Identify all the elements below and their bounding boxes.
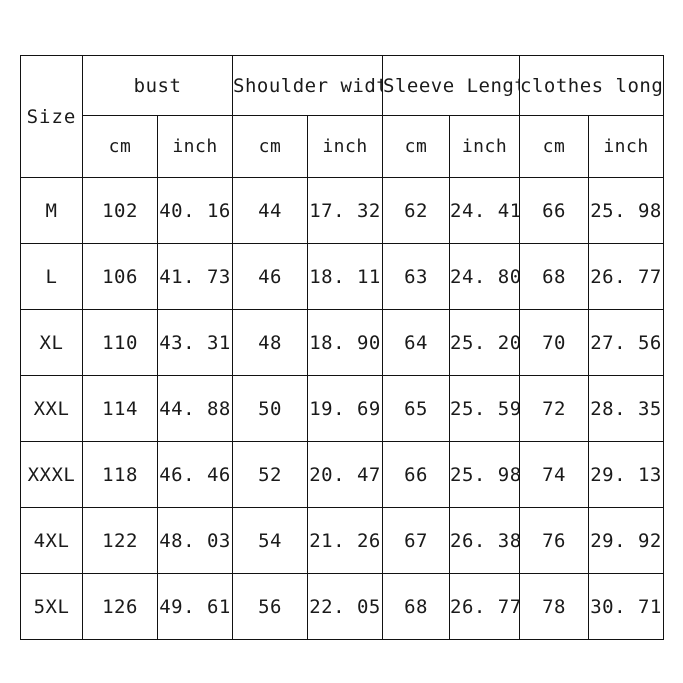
cell-sleeve-inch: 24. 41 xyxy=(449,177,521,244)
cell-length-inch: 28. 35 xyxy=(588,375,665,442)
cell-shoulder-cm: 46 xyxy=(232,243,309,310)
cell-shoulder-inch: 17. 32 xyxy=(307,177,384,244)
header-unit-bust-inch: inch xyxy=(156,115,234,178)
size-chart-page: Size bust Shoulder width Sleeve Length c… xyxy=(0,0,683,683)
cell-length-inch: 26. 77 xyxy=(588,243,665,310)
cell-shoulder-cm: 54 xyxy=(232,507,309,574)
cell-bust-inch: 43. 31 xyxy=(156,309,234,376)
cell-length-cm: 74 xyxy=(519,441,590,508)
cell-bust-cm: 106 xyxy=(82,243,158,310)
cell-sleeve-inch: 25. 20 xyxy=(449,309,521,376)
cell-length-inch: 27. 56 xyxy=(588,309,665,376)
cell-bust-inch: 46. 46 xyxy=(156,441,234,508)
cell-bust-cm: 122 xyxy=(82,507,158,574)
table-header-unit-row: cm inch cm inch cm inch cm inch xyxy=(21,115,665,178)
cell-bust-cm: 114 xyxy=(82,375,158,442)
cell-size: XXXL xyxy=(20,441,83,508)
cell-shoulder-cm: 56 xyxy=(232,573,309,640)
cell-bust-cm: 102 xyxy=(82,177,158,244)
cell-size: XL xyxy=(20,309,83,376)
cell-shoulder-inch: 18. 11 xyxy=(307,243,384,310)
table-row: XXL 114 44. 88 50 19. 69 65 25. 59 72 28… xyxy=(20,375,665,442)
cell-length-cm: 76 xyxy=(519,507,590,574)
cell-sleeve-cm: 66 xyxy=(382,441,451,508)
cell-length-cm: 72 xyxy=(519,375,590,442)
table-header-group-row: Size bust Shoulder width Sleeve Length c… xyxy=(20,55,665,178)
cell-length-cm: 66 xyxy=(519,177,590,244)
header-unit-shoulder-inch: inch xyxy=(307,115,384,178)
table-row: M 102 40. 16 44 17. 32 62 24. 41 66 25. … xyxy=(20,177,665,244)
cell-shoulder-inch: 21. 26 xyxy=(307,507,384,574)
cell-sleeve-cm: 63 xyxy=(382,243,451,310)
cell-sleeve-inch: 25. 59 xyxy=(449,375,521,442)
cell-shoulder-inch: 22. 05 xyxy=(307,573,384,640)
cell-size: XXL xyxy=(20,375,83,442)
table-row: XXXL 118 46. 46 52 20. 47 66 25. 98 74 2… xyxy=(20,441,665,508)
cell-bust-cm: 110 xyxy=(82,309,158,376)
cell-length-cm: 78 xyxy=(519,573,590,640)
cell-size: 4XL xyxy=(20,507,83,574)
header-unit-length-inch: inch xyxy=(588,115,665,178)
cell-shoulder-inch: 18. 90 xyxy=(307,309,384,376)
cell-bust-inch: 48. 03 xyxy=(156,507,234,574)
cell-size: 5XL xyxy=(20,573,83,640)
cell-length-inch: 29. 13 xyxy=(588,441,665,508)
cell-size: M xyxy=(20,177,83,244)
header-group-sleeve-length: Sleeve Length xyxy=(382,55,521,116)
cell-length-inch: 30. 71 xyxy=(588,573,665,640)
cell-shoulder-cm: 44 xyxy=(232,177,309,244)
cell-bust-inch: 41. 73 xyxy=(156,243,234,310)
table-row: 4XL 122 48. 03 54 21. 26 67 26. 38 76 29… xyxy=(20,507,665,574)
cell-bust-cm: 126 xyxy=(82,573,158,640)
cell-sleeve-cm: 67 xyxy=(382,507,451,574)
header-size: Size xyxy=(20,55,83,178)
size-chart-table: Size bust Shoulder width Sleeve Length c… xyxy=(20,55,665,640)
cell-sleeve-inch: 24. 80 xyxy=(449,243,521,310)
cell-bust-inch: 44. 88 xyxy=(156,375,234,442)
header-unit-length-cm: cm xyxy=(519,115,590,178)
header-unit-bust-cm: cm xyxy=(82,115,158,178)
cell-sleeve-inch: 26. 77 xyxy=(449,573,521,640)
header-group-clothes-long: clothes long xyxy=(519,55,665,116)
header-group-shoulder-width: Shoulder width xyxy=(232,55,384,116)
cell-bust-cm: 118 xyxy=(82,441,158,508)
cell-bust-inch: 40. 16 xyxy=(156,177,234,244)
cell-length-inch: 29. 92 xyxy=(588,507,665,574)
cell-sleeve-cm: 65 xyxy=(382,375,451,442)
table-row: 5XL 126 49. 61 56 22. 05 68 26. 77 78 30… xyxy=(20,573,665,640)
cell-length-cm: 70 xyxy=(519,309,590,376)
cell-shoulder-cm: 52 xyxy=(232,441,309,508)
cell-length-cm: 68 xyxy=(519,243,590,310)
cell-sleeve-cm: 62 xyxy=(382,177,451,244)
header-unit-shoulder-cm: cm xyxy=(232,115,309,178)
cell-bust-inch: 49. 61 xyxy=(156,573,234,640)
header-unit-sleeve-inch: inch xyxy=(449,115,521,178)
cell-sleeve-cm: 68 xyxy=(382,573,451,640)
cell-shoulder-cm: 50 xyxy=(232,375,309,442)
table-row: L 106 41. 73 46 18. 11 63 24. 80 68 26. … xyxy=(20,243,665,310)
header-unit-sleeve-cm: cm xyxy=(382,115,451,178)
header-group-bust: bust xyxy=(81,55,234,116)
cell-length-inch: 25. 98 xyxy=(588,177,665,244)
cell-shoulder-cm: 48 xyxy=(232,309,309,376)
cell-shoulder-inch: 19. 69 xyxy=(307,375,384,442)
cell-sleeve-inch: 26. 38 xyxy=(449,507,521,574)
cell-sleeve-inch: 25. 98 xyxy=(449,441,521,508)
table-row: XL 110 43. 31 48 18. 90 64 25. 20 70 27.… xyxy=(20,309,665,376)
cell-size: L xyxy=(20,243,83,310)
cell-shoulder-inch: 20. 47 xyxy=(307,441,384,508)
cell-sleeve-cm: 64 xyxy=(382,309,451,376)
